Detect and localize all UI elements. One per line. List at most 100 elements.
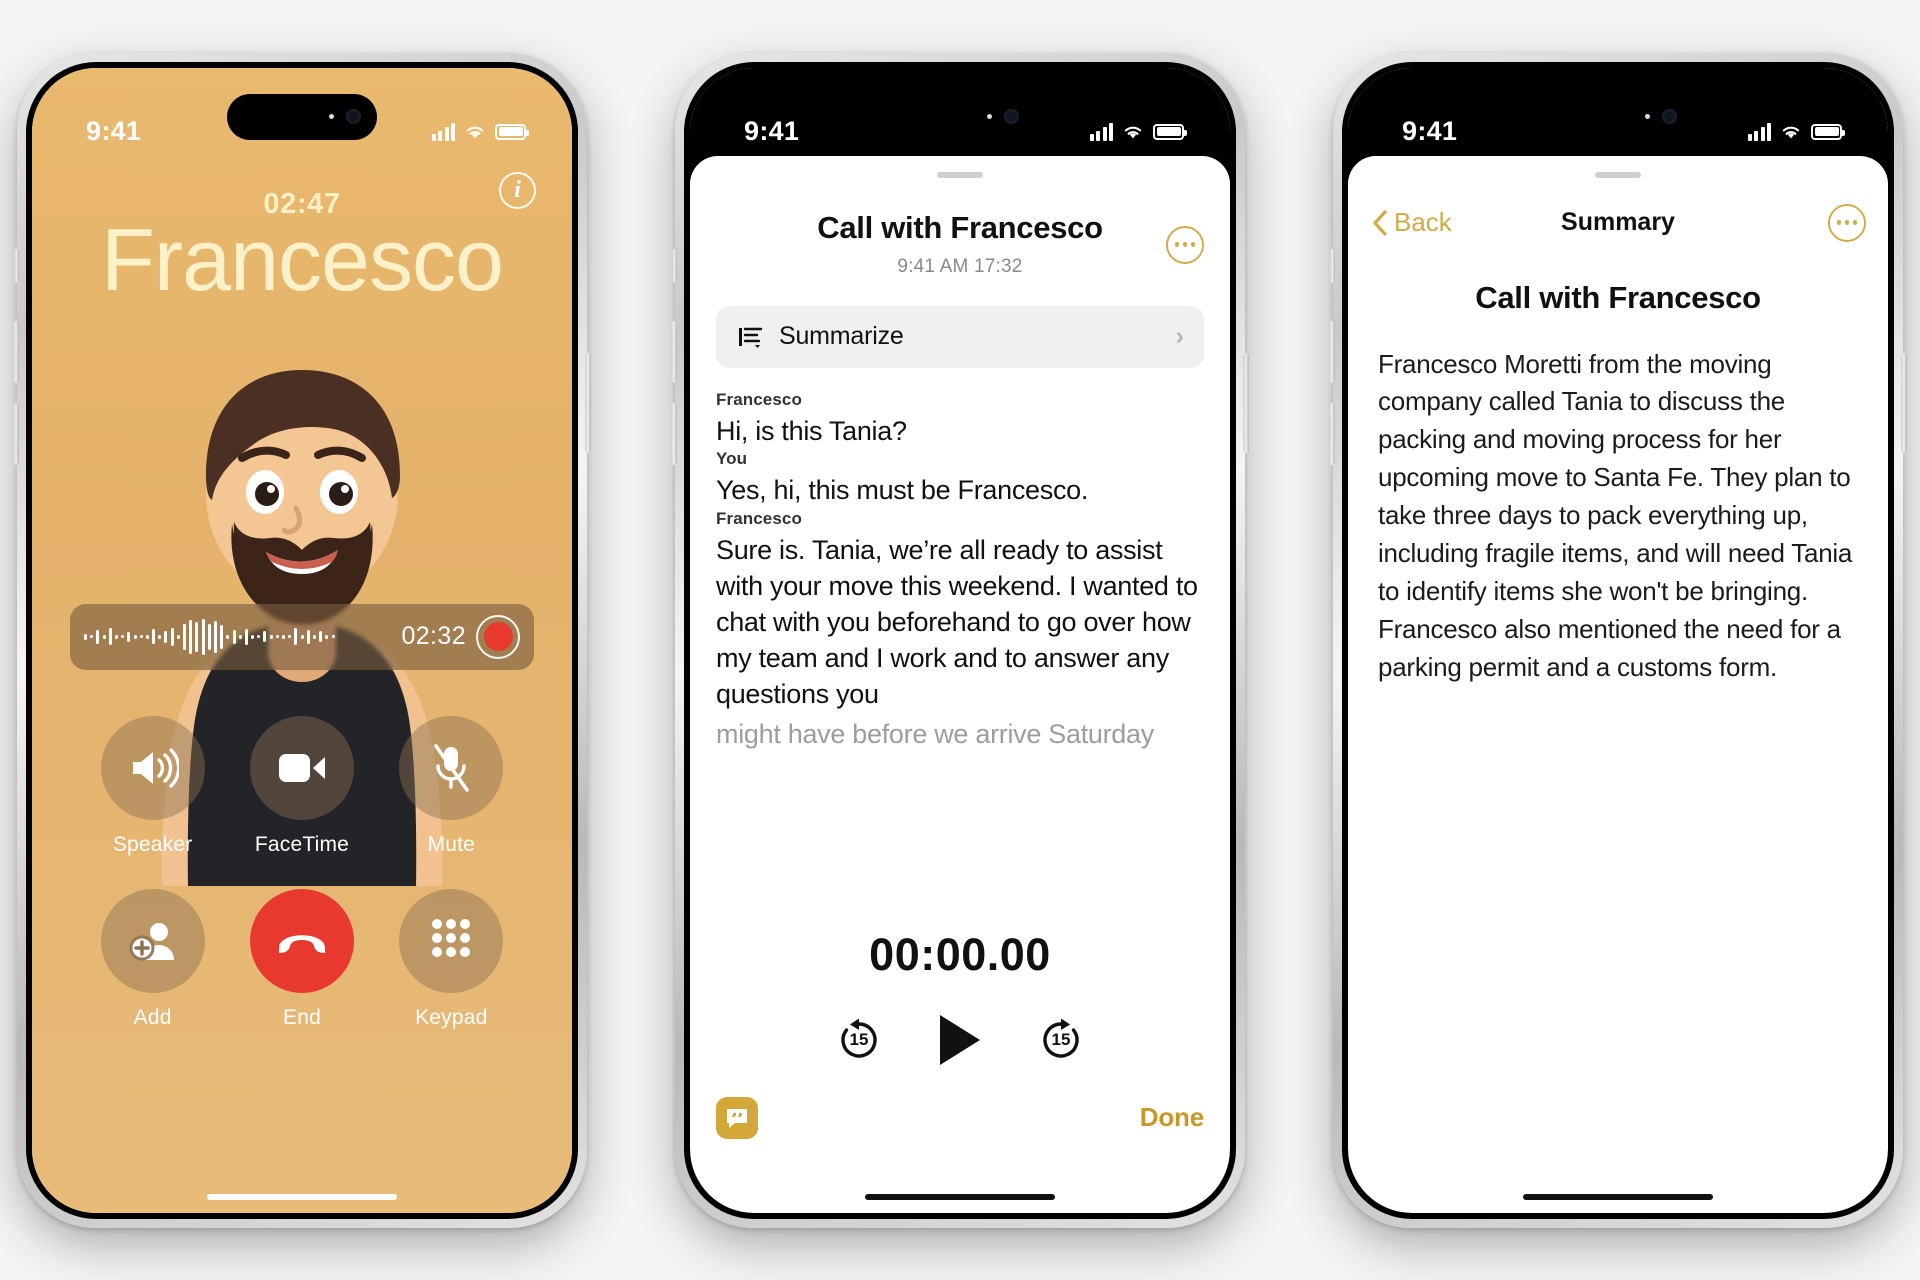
mute-button[interactable]: Mute — [399, 715, 504, 857]
silent-switch[interactable] — [14, 248, 19, 283]
power-button[interactable] — [1243, 352, 1249, 453]
wifi-icon — [466, 126, 484, 139]
done-button[interactable]: Done — [1140, 1102, 1204, 1133]
front-camera-lens — [1004, 109, 1019, 124]
active-call-screen: 9:41 i 02:47 Francesco 02:32 Speaker Fac… — [32, 67, 572, 1213]
screenshot-stage: 9:41 i 02:47 Francesco 02:32 Speaker Fac… — [0, 0, 1920, 1280]
cellular-bars-icon — [431, 122, 455, 141]
front-camera-lens — [1662, 109, 1677, 124]
call-recording-bar[interactable]: 02:32 — [70, 603, 534, 670]
transcript-sheet: Call with Francesco 9:41 AM 17:32 Summar… — [690, 155, 1230, 1213]
silent-switch[interactable] — [672, 248, 677, 283]
recording-elapsed-time: 02:32 — [401, 622, 466, 650]
video-camera-icon — [278, 753, 325, 782]
status-time: 9:41 — [1402, 116, 1458, 146]
caller-name: Francesco — [101, 209, 504, 309]
transcript-text-faded: might have before we arrive Saturday — [716, 718, 1154, 749]
volume-up-button[interactable] — [13, 320, 19, 383]
volume-up-button[interactable] — [1329, 320, 1335, 383]
nav-title: Summary — [1561, 208, 1675, 236]
status-time: 9:41 — [86, 116, 142, 146]
control-label: Keypad — [415, 1005, 488, 1029]
summary-title: Call with Francesco — [1475, 279, 1761, 315]
summarize-button[interactable]: Summarize › — [716, 305, 1204, 368]
end-call-icon — [278, 934, 325, 953]
sheet-grabber[interactable] — [937, 171, 983, 178]
wifi-icon — [1782, 126, 1800, 139]
audio-waveform-icon — [84, 617, 391, 657]
skip-back-15-icon[interactable]: 15 — [836, 1017, 882, 1063]
proximity-sensor-dot — [329, 114, 334, 119]
volume-down-button[interactable] — [1329, 402, 1335, 465]
skip-forward-15-icon[interactable]: 15 — [1038, 1017, 1084, 1063]
more-options-icon[interactable] — [1166, 225, 1204, 264]
dynamic-island — [227, 93, 377, 140]
volume-down-button[interactable] — [13, 402, 19, 465]
sheet-grabber[interactable] — [1595, 171, 1641, 178]
call-summary-screen: 9:41 Back Summary Call with Francesco Fr… — [1348, 67, 1888, 1213]
phone-3-screen: 9:41 Back Summary Call with Francesco Fr… — [1348, 67, 1888, 1213]
proximity-sensor-dot — [1645, 114, 1650, 119]
proximity-sensor-dot — [987, 114, 992, 119]
transcript-text: Sure is. Tania, we’re all ready to assis… — [716, 535, 1198, 709]
home-indicator[interactable] — [1523, 1193, 1713, 1200]
home-indicator[interactable] — [865, 1193, 1055, 1200]
keypad-icon — [432, 918, 471, 957]
keypad-button[interactable]: Keypad — [399, 888, 504, 1030]
end-call-button[interactable]: End — [249, 888, 354, 1030]
cellular-bars-icon — [1747, 122, 1771, 141]
volume-up-button[interactable] — [671, 320, 677, 383]
facetime-button[interactable]: FaceTime — [249, 715, 354, 857]
playback-time: 00:00.00 — [869, 928, 1051, 980]
summary-sheet: Back Summary Call with Francesco Frances… — [1348, 155, 1888, 1213]
cellular-bars-icon — [1089, 122, 1113, 141]
battery-icon — [1811, 123, 1845, 140]
speaker-button[interactable]: Speaker — [100, 715, 205, 857]
battery-icon — [1153, 123, 1187, 140]
transcript-list[interactable]: Francesco Hi, is this Tania? You Yes, hi… — [716, 390, 1204, 753]
volume-down-button[interactable] — [671, 402, 677, 465]
phone-1-device: 9:41 i 02:47 Francesco 02:32 Speaker Fac… — [13, 52, 591, 1228]
control-label: Mute — [427, 832, 476, 856]
transcript-speaker: Francesco — [716, 509, 802, 529]
add-person-icon — [129, 922, 174, 960]
silent-switch[interactable] — [1330, 248, 1335, 283]
control-label: End — [283, 1005, 321, 1029]
transcript-speaker: You — [716, 449, 748, 469]
audio-player: 00:00.00 15 15 — [690, 929, 1230, 1065]
record-dot-icon[interactable] — [476, 614, 520, 659]
home-indicator[interactable] — [207, 1193, 397, 1200]
transcript-entry: You Yes, hi, this must be Francesco. — [716, 449, 1204, 509]
wifi-icon — [1124, 126, 1142, 139]
dynamic-island — [1543, 93, 1693, 140]
summary-body: Francesco Moretti from the moving compan… — [1378, 348, 1853, 683]
summarize-label: Summarize — [779, 322, 904, 350]
front-camera-lens — [346, 109, 361, 124]
live-transcript-icon[interactable] — [716, 1096, 758, 1139]
more-options-icon[interactable] — [1828, 203, 1866, 242]
phone-1-screen: 9:41 i 02:47 Francesco 02:32 Speaker Fac… — [32, 67, 572, 1213]
phone-2-screen: 9:41 Call with Francesco 9:41 AM 17:32 S… — [690, 67, 1230, 1213]
microphone-muted-icon — [434, 743, 470, 792]
add-call-button[interactable]: Add — [100, 888, 205, 1030]
call-transcript-screen: 9:41 Call with Francesco 9:41 AM 17:32 S… — [690, 67, 1230, 1213]
chevron-right-icon: › — [1175, 322, 1184, 350]
power-button[interactable] — [1901, 352, 1907, 453]
speaker-icon — [132, 747, 179, 788]
summarize-lines-icon — [739, 327, 763, 348]
control-label: Speaker — [112, 832, 193, 856]
summary-nav-bar: Back Summary — [1348, 192, 1888, 254]
play-icon[interactable] — [940, 1014, 980, 1065]
control-label: Add — [133, 1005, 172, 1029]
skip-forward-label: 15 — [1051, 1029, 1071, 1049]
control-label: FaceTime — [254, 832, 350, 856]
transcript-text: Hi, is this Tania? — [716, 415, 907, 446]
power-button[interactable] — [585, 352, 591, 453]
transcript-text: Yes, hi, this must be Francesco. — [716, 475, 1089, 506]
call-meta: 9:41 AM 17:32 — [897, 255, 1023, 277]
battery-icon — [495, 123, 529, 140]
transcript-entry: Francesco Hi, is this Tania? — [716, 390, 1204, 450]
phone-2-device: 9:41 Call with Francesco 9:41 AM 17:32 S… — [671, 52, 1249, 1228]
phone-3-device: 9:41 Back Summary Call with Francesco Fr… — [1329, 52, 1907, 1228]
call-title: Call with Francesco — [817, 209, 1103, 245]
